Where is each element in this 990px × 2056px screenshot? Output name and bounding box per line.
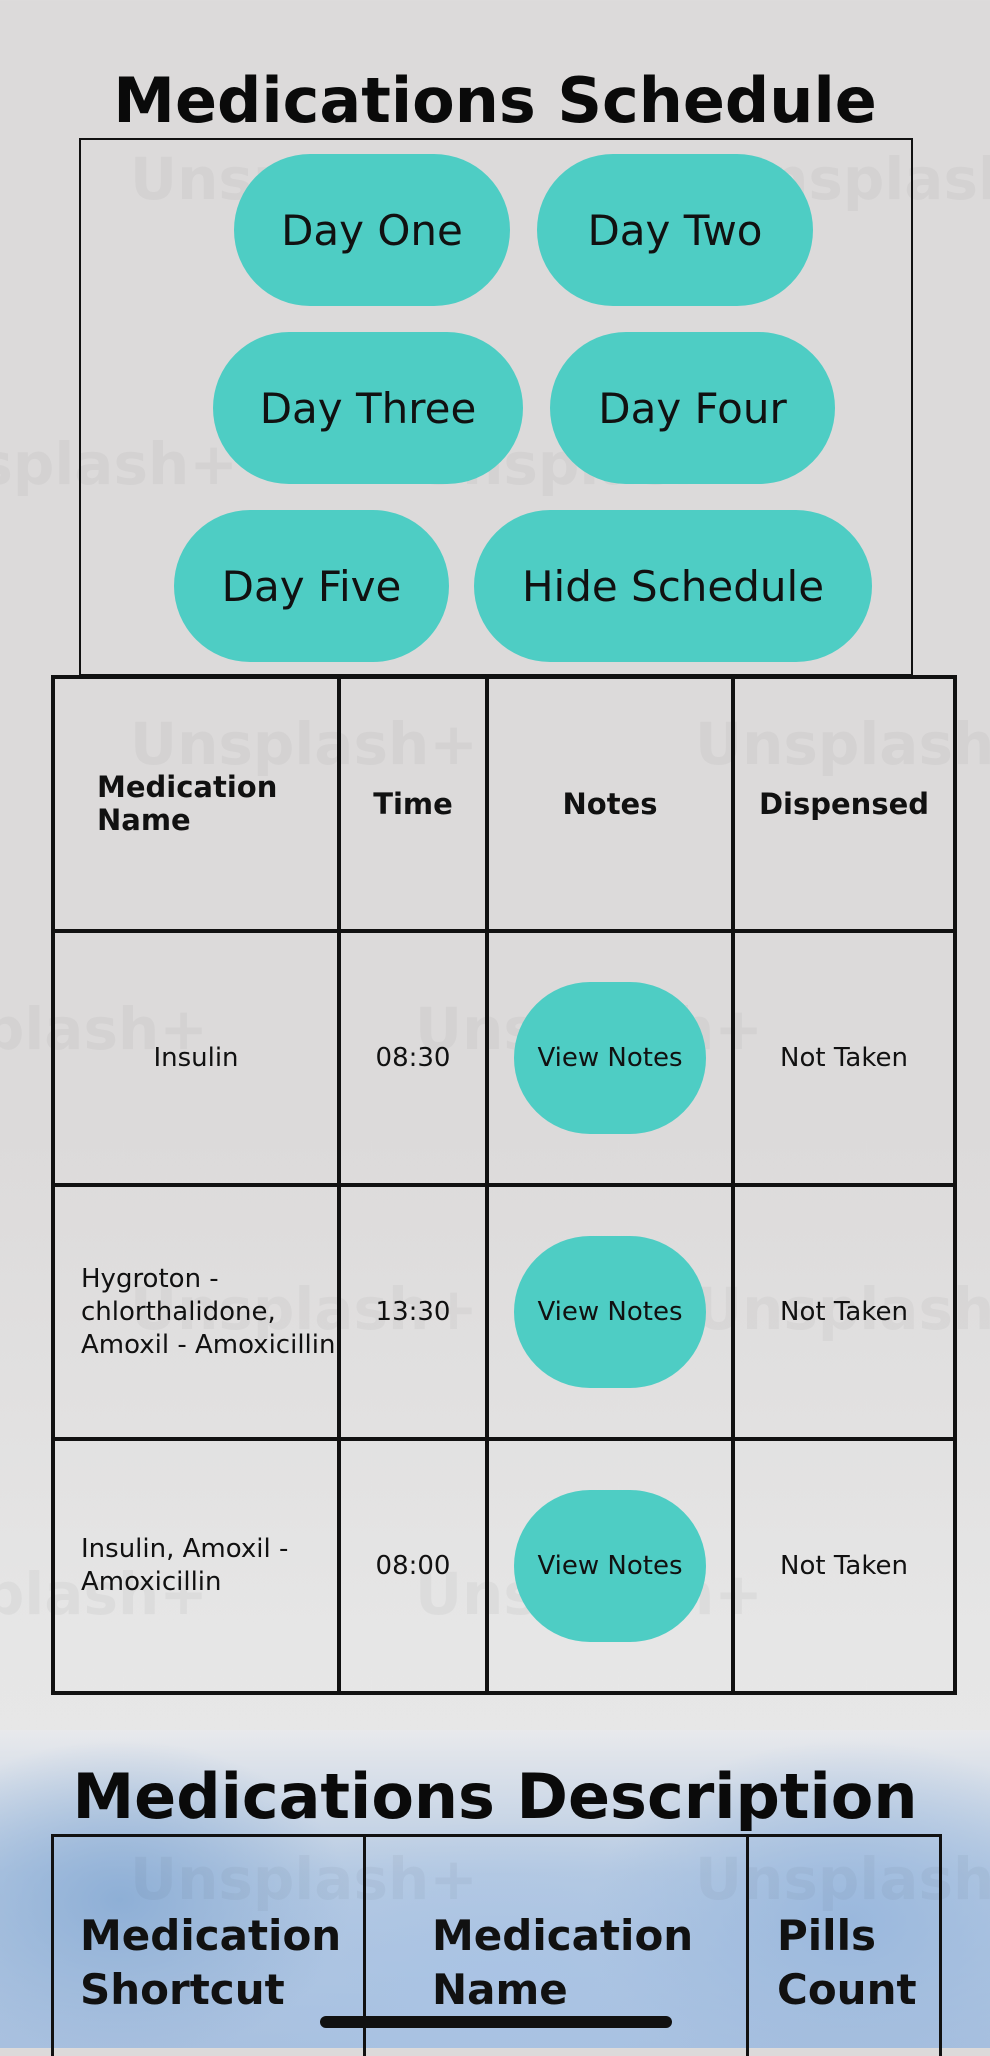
- hide-schedule-button[interactable]: Hide Schedule: [474, 510, 872, 662]
- header-time: Time: [337, 675, 489, 933]
- table-header-row: Medication Name Time Notes Dispensed: [51, 675, 957, 933]
- medication-name-cell: Insulin: [51, 929, 341, 1187]
- time-cell: 08:30: [337, 929, 489, 1187]
- notes-cell: View Notes: [485, 1437, 735, 1695]
- description-title: Medications Description: [72, 1760, 918, 1833]
- header-pills-count: Pills Count: [746, 1834, 942, 2056]
- home-indicator[interactable]: [320, 2016, 672, 2028]
- table-row: Insulin 08:30 View Notes Not Taken: [51, 929, 957, 1187]
- schedule-title: Medications Schedule: [113, 64, 877, 137]
- day-three-button[interactable]: Day Three: [213, 332, 523, 484]
- view-notes-button[interactable]: View Notes: [514, 1236, 706, 1388]
- medication-name-cell: Hygroton - chlorthalidone, Amoxil - Amox…: [51, 1183, 341, 1441]
- time-cell: 08:00: [337, 1437, 489, 1695]
- table-row: Insulin, Amoxil - Amoxicillin 08:00 View…: [51, 1437, 957, 1695]
- day-four-button[interactable]: Day Four: [550, 332, 835, 484]
- dispensed-cell: Not Taken: [731, 1183, 957, 1441]
- table-row: Hygroton - chlorthalidone, Amoxil - Amox…: [51, 1183, 957, 1441]
- header-medication-shortcut: Medication Shortcut: [51, 1834, 366, 2056]
- header-dispensed: Dispensed: [731, 675, 957, 933]
- view-notes-button[interactable]: View Notes: [514, 1490, 706, 1642]
- header-medication-name: Medication Name: [51, 675, 341, 933]
- notes-cell: View Notes: [485, 1183, 735, 1441]
- header-notes: Notes: [485, 675, 735, 933]
- view-notes-button[interactable]: View Notes: [514, 982, 706, 1134]
- day-one-button[interactable]: Day One: [234, 154, 510, 306]
- day-selector-panel: Day One Day Two Day Three Day Four Day F…: [79, 138, 913, 676]
- medication-name-cell: Insulin, Amoxil - Amoxicillin: [51, 1437, 341, 1695]
- notes-cell: View Notes: [485, 929, 735, 1187]
- day-five-button[interactable]: Day Five: [174, 510, 449, 662]
- dispensed-cell: Not Taken: [731, 1437, 957, 1695]
- time-cell: 13:30: [337, 1183, 489, 1441]
- medications-table: Medication Name Time Notes Dispensed Ins…: [51, 675, 957, 1695]
- day-two-button[interactable]: Day Two: [537, 154, 813, 306]
- dispensed-cell: Not Taken: [731, 929, 957, 1187]
